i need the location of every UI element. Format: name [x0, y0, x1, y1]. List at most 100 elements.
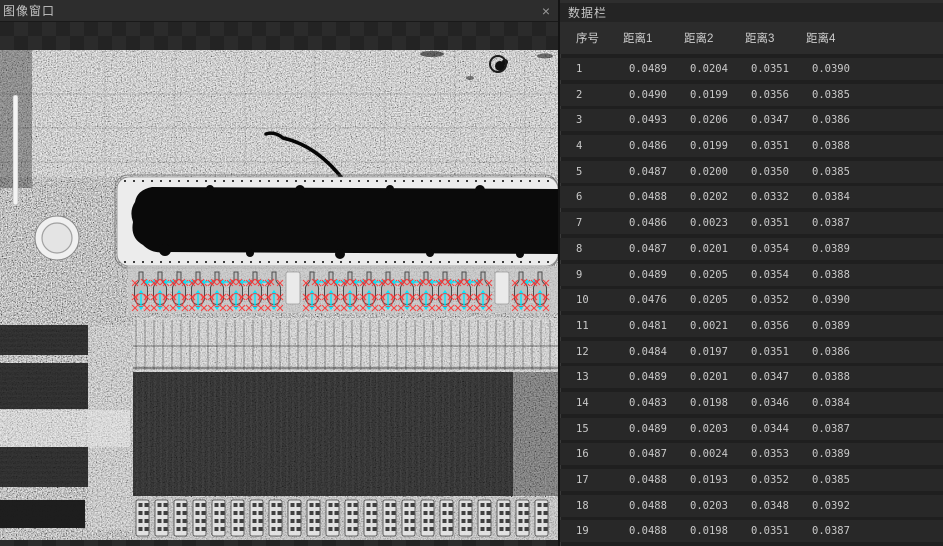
- cell-index: 7: [576, 217, 623, 229]
- cell-distance2: 0.0198: [684, 525, 745, 537]
- cell-index: 15: [576, 423, 623, 435]
- table-row[interactable]: 70.04860.00230.03510.0387: [560, 212, 943, 234]
- cell-index: 10: [576, 294, 623, 306]
- column-header-distance3: 距离3: [745, 30, 806, 46]
- cell-distance4: 0.0384: [806, 191, 943, 203]
- cell-distance3: 0.0351: [745, 525, 806, 537]
- cell-distance4: 0.0387: [806, 217, 943, 229]
- column-header-distance1: 距离1: [623, 30, 684, 46]
- cell-distance2: 0.0200: [684, 166, 745, 178]
- inspection-image[interactable]: [0, 50, 558, 540]
- table-row[interactable]: 90.04890.02050.03540.0388: [560, 264, 943, 286]
- cell-index: 17: [576, 474, 623, 486]
- table-row[interactable]: 20.04900.01990.03560.0385: [560, 84, 943, 106]
- cell-distance1: 0.0476: [623, 294, 684, 306]
- cell-distance3: 0.0351: [745, 346, 806, 358]
- image-window-titlebar: 图像窗口 ×: [0, 0, 558, 22]
- cell-distance1: 0.0488: [623, 525, 684, 537]
- cell-distance4: 0.0388: [806, 269, 943, 281]
- cell-index: 11: [576, 320, 623, 332]
- table-row[interactable]: 120.04840.01970.03510.0386: [560, 341, 943, 363]
- cell-distance1: 0.0493: [623, 114, 684, 126]
- image-viewport[interactable]: [0, 22, 558, 546]
- cell-distance3: 0.0356: [745, 320, 806, 332]
- cell-distance2: 0.0206: [684, 114, 745, 126]
- cell-distance1: 0.0488: [623, 474, 684, 486]
- cell-distance3: 0.0348: [745, 500, 806, 512]
- cell-distance4: 0.0388: [806, 140, 943, 152]
- cell-distance4: 0.0384: [806, 397, 943, 409]
- cell-distance2: 0.0198: [684, 397, 745, 409]
- cell-distance3: 0.0356: [745, 89, 806, 101]
- cell-distance4: 0.0386: [806, 114, 943, 126]
- cell-distance3: 0.0347: [745, 371, 806, 383]
- cell-distance2: 0.0024: [684, 448, 745, 460]
- table-row[interactable]: 140.04830.01980.03460.0384: [560, 392, 943, 414]
- table-row[interactable]: 180.04880.02030.03480.0392: [560, 495, 943, 517]
- cell-distance3: 0.0332: [745, 191, 806, 203]
- cell-distance4: 0.0385: [806, 89, 943, 101]
- cell-index: 3: [576, 114, 623, 126]
- cell-distance2: 0.0197: [684, 346, 745, 358]
- cell-distance1: 0.0481: [623, 320, 684, 332]
- data-panel-titlebar: 数据栏: [560, 0, 943, 22]
- cell-distance4: 0.0392: [806, 500, 943, 512]
- table-row[interactable]: 170.04880.01930.03520.0385: [560, 469, 943, 491]
- fiducial-circle: [35, 216, 79, 260]
- table-row[interactable]: 110.04810.00210.03560.0389: [560, 315, 943, 337]
- cell-index: 5: [576, 166, 623, 178]
- cell-distance2: 0.0023: [684, 217, 745, 229]
- cell-distance3: 0.0352: [745, 294, 806, 306]
- table-row[interactable]: 150.04890.02030.03440.0387: [560, 418, 943, 440]
- cell-distance4: 0.0388: [806, 371, 943, 383]
- cell-distance1: 0.0486: [623, 217, 684, 229]
- data-panel: 数据栏 序号 距离1 距离2 距离3 距离4 10.04890.02040.03…: [558, 0, 943, 546]
- cell-distance4: 0.0389: [806, 448, 943, 460]
- column-header-distance2: 距离2: [684, 30, 745, 46]
- cell-distance1: 0.0489: [623, 371, 684, 383]
- image-window-panel: 图像窗口 ×: [0, 0, 558, 546]
- cell-distance3: 0.0353: [745, 448, 806, 460]
- table-row[interactable]: 10.04890.02040.03510.0390: [560, 58, 943, 80]
- cell-index: 2: [576, 89, 623, 101]
- cell-distance4: 0.0387: [806, 423, 943, 435]
- close-icon[interactable]: ×: [540, 4, 552, 18]
- cell-distance2: 0.0203: [684, 500, 745, 512]
- table-row[interactable]: 60.04880.02020.03320.0384: [560, 186, 943, 208]
- cell-distance2: 0.0205: [684, 269, 745, 281]
- table-row[interactable]: 40.04860.01990.03510.0388: [560, 135, 943, 157]
- cavity-slot: [115, 175, 558, 268]
- table-row[interactable]: 130.04890.02010.03470.0388: [560, 366, 943, 388]
- image-window-title: 图像窗口: [3, 2, 540, 19]
- lower-structures: [0, 318, 558, 540]
- cell-index: 16: [576, 448, 623, 460]
- table-row[interactable]: 100.04760.02050.03520.0390: [560, 289, 943, 311]
- cell-index: 4: [576, 140, 623, 152]
- cell-distance3: 0.0354: [745, 269, 806, 281]
- cell-distance1: 0.0484: [623, 346, 684, 358]
- table-row[interactable]: 50.04870.02000.03500.0385: [560, 161, 943, 183]
- cell-distance3: 0.0344: [745, 423, 806, 435]
- column-header-distance4: 距离4: [806, 30, 943, 46]
- table-row[interactable]: 190.04880.01980.03510.0387: [560, 520, 943, 542]
- cell-distance3: 0.0354: [745, 243, 806, 255]
- column-header-index: 序号: [576, 30, 623, 46]
- cell-distance1: 0.0488: [623, 500, 684, 512]
- cell-distance1: 0.0489: [623, 269, 684, 281]
- cell-distance1: 0.0487: [623, 448, 684, 460]
- cell-distance4: 0.0385: [806, 166, 943, 178]
- table-row[interactable]: 160.04870.00240.03530.0389: [560, 443, 943, 465]
- cell-index: 13: [576, 371, 623, 383]
- cell-distance2: 0.0193: [684, 474, 745, 486]
- cell-index: 19: [576, 525, 623, 537]
- cell-distance2: 0.0203: [684, 423, 745, 435]
- cell-index: 18: [576, 500, 623, 512]
- cell-distance3: 0.0351: [745, 63, 806, 75]
- cell-distance2: 0.0202: [684, 191, 745, 203]
- cell-distance4: 0.0389: [806, 320, 943, 332]
- cell-distance4: 0.0389: [806, 243, 943, 255]
- cell-distance4: 0.0390: [806, 63, 943, 75]
- table-row[interactable]: 80.04870.02010.03540.0389: [560, 238, 943, 260]
- table-row[interactable]: 30.04930.02060.03470.0386: [560, 109, 943, 131]
- cell-index: 8: [576, 243, 623, 255]
